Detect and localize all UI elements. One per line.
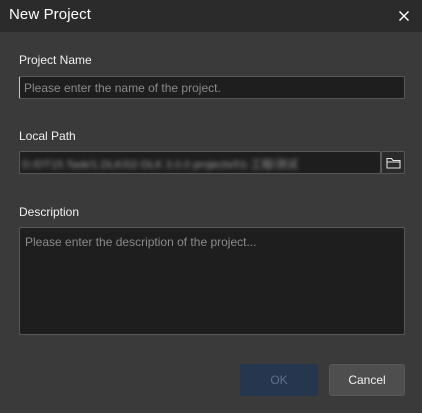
ok-button[interactable]: OK <box>240 364 318 396</box>
description-input[interactable] <box>19 227 405 335</box>
project-name-input[interactable] <box>19 76 405 99</box>
description-label: Description <box>19 205 80 219</box>
close-button[interactable] <box>394 6 414 26</box>
project-name-label: Project Name <box>19 53 92 67</box>
local-path-label: Local Path <box>19 129 76 143</box>
close-icon <box>398 10 410 22</box>
dialog-title: New Project <box>9 6 91 23</box>
dialog-titlebar: New Project <box>0 0 422 32</box>
cancel-button[interactable]: Cancel <box>329 364 405 396</box>
browse-folder-button[interactable] <box>381 151 405 174</box>
local-path-field[interactable]: D:/DT15.Task/1.DLK/02-DLK 3.0.0 projects… <box>19 151 381 174</box>
folder-icon <box>386 157 401 169</box>
local-path-value: D:/DT15.Task/1.DLK/02-DLK 3.0.0 projects… <box>22 159 298 171</box>
